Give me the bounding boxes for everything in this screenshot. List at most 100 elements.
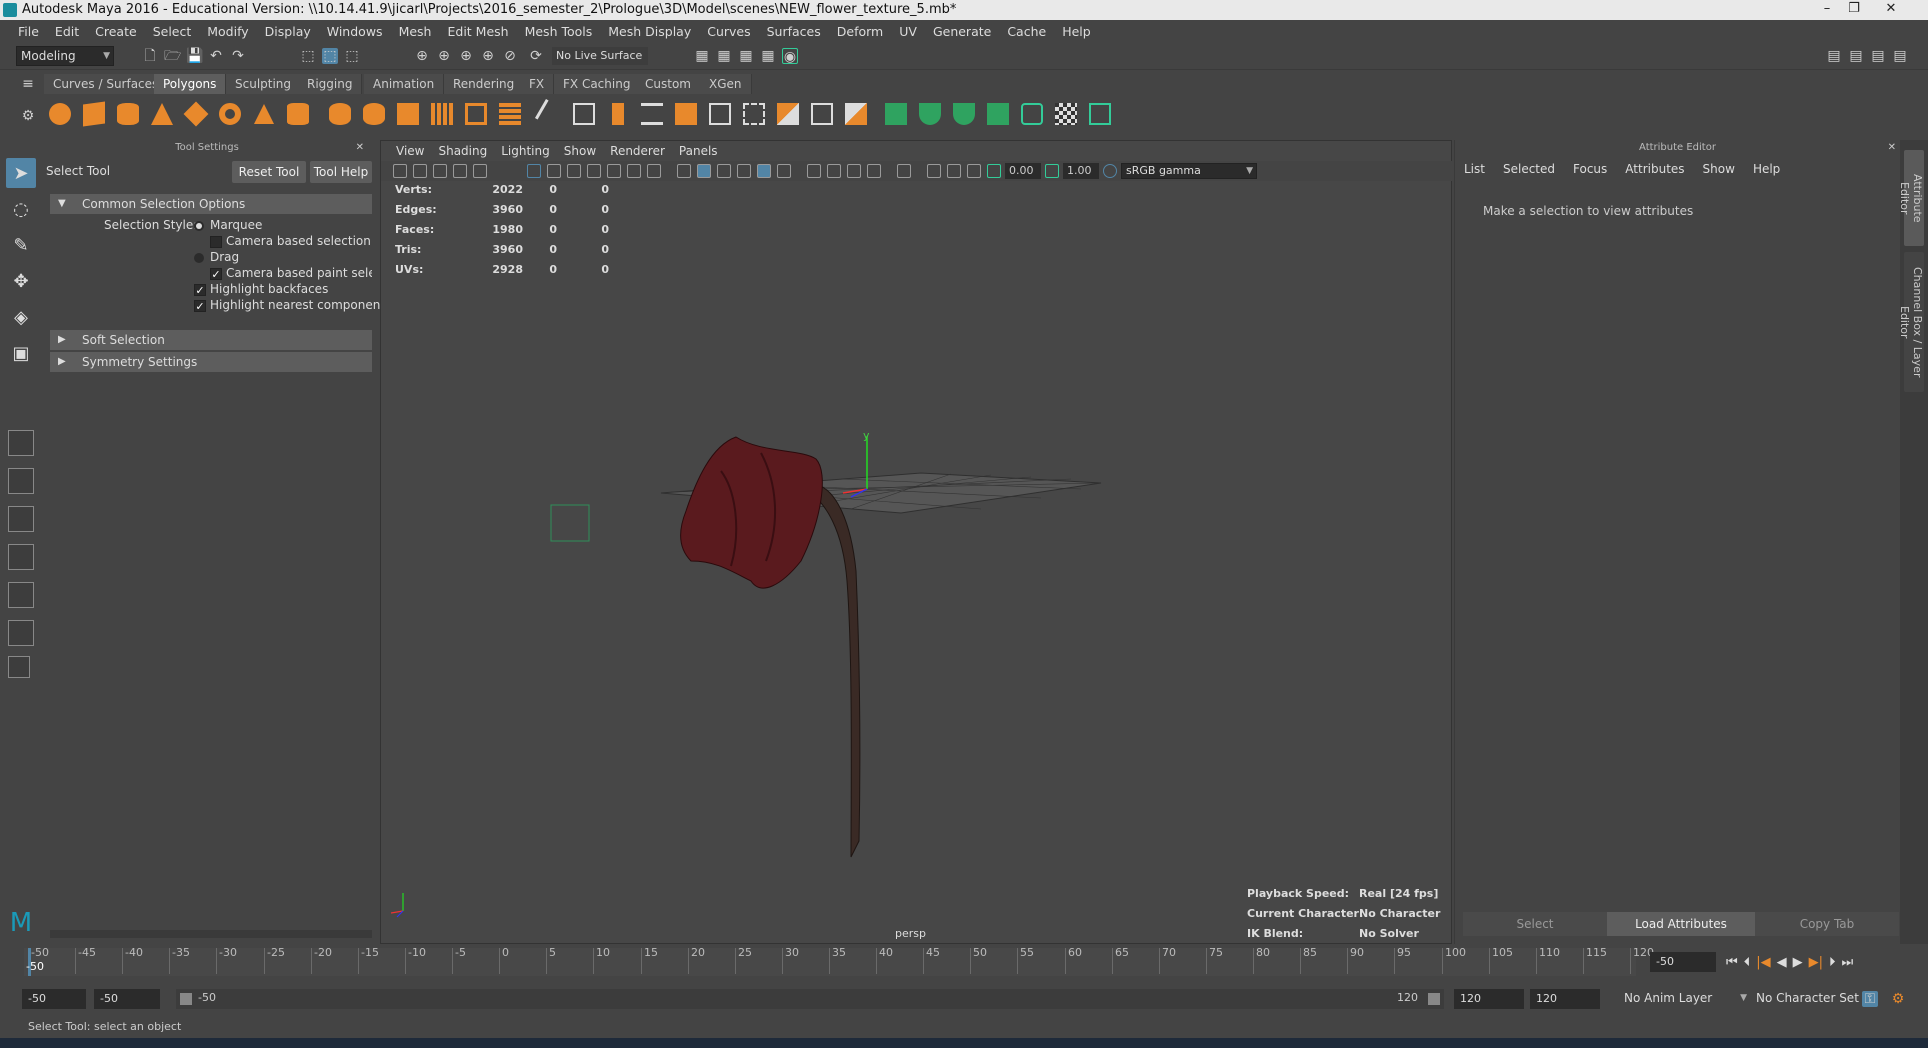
combine-icon[interactable] [324, 98, 356, 130]
scale-tool-icon[interactable]: ▣ [6, 338, 36, 368]
play-forwards-icon[interactable]: ▶ [1793, 955, 1803, 970]
xray-components-icon[interactable] [967, 164, 981, 178]
snap-view-icon[interactable]: ⊕ [480, 48, 496, 64]
tab-polygons[interactable]: Polygons [154, 74, 227, 94]
viewport-menu-renderer[interactable]: Renderer [603, 144, 672, 158]
menu-windows[interactable]: Windows [319, 24, 391, 39]
menu-modify[interactable]: Modify [199, 24, 256, 39]
channel-box-side-tab[interactable]: Channel Box / Layer Editor [1898, 252, 1924, 392]
rotate-tool-icon[interactable]: ◈ [6, 302, 36, 332]
ae-menu-help[interactable]: Help [1744, 162, 1789, 176]
gate-mask-icon[interactable] [587, 164, 601, 178]
uv-editor-icon[interactable] [1016, 98, 1048, 130]
common-selection-section[interactable]: ▼ Common Selection Options [50, 194, 372, 214]
viewport-menu-view[interactable]: View [389, 144, 431, 158]
tool-help-button[interactable]: Tool Help [310, 161, 372, 183]
viewport-menu-shading[interactable]: Shading [431, 144, 494, 158]
copy-tab-button[interactable]: Copy Tab [1755, 912, 1899, 936]
symmetry-settings-section[interactable]: ▶ Symmetry Settings [50, 352, 372, 372]
menu-edit[interactable]: Edit [47, 24, 87, 39]
layout-toggle-icon[interactable]: ▤ [1826, 48, 1842, 64]
persp-uv-layout-icon[interactable] [8, 620, 34, 646]
minimize-button[interactable]: – [1816, 0, 1838, 18]
poly-torus-icon[interactable] [214, 98, 246, 130]
poly-cylinder-icon[interactable] [112, 98, 144, 130]
select-button[interactable]: Select [1463, 912, 1607, 936]
target-weld-icon[interactable] [840, 98, 872, 130]
append-polygon-icon[interactable] [704, 98, 736, 130]
menu-select[interactable]: Select [145, 24, 200, 39]
gamma-field[interactable]: 1.00 [1063, 163, 1099, 179]
extract-icon[interactable] [426, 98, 458, 130]
extrude-icon[interactable] [602, 98, 634, 130]
scene-start-field[interactable]: -50 [22, 989, 86, 1009]
gamma-icon[interactable] [1045, 164, 1059, 178]
render-settings-icon[interactable]: ▦ [694, 48, 710, 64]
reset-tool-button[interactable]: Reset Tool [232, 161, 306, 183]
select-objects-icon[interactable]: ⬚ [322, 48, 338, 64]
range-end-handle[interactable] [1428, 993, 1440, 1005]
exposure-icon[interactable] [987, 164, 1001, 178]
ae-menu-list[interactable]: List [1455, 162, 1494, 176]
tab-rigging[interactable]: Rigging [298, 74, 363, 94]
grease-pencil-icon[interactable] [473, 164, 487, 178]
lasso-tool-icon[interactable]: ◌ [6, 194, 36, 224]
field-chart-icon[interactable] [607, 164, 621, 178]
close-window-button[interactable]: ✕ [1880, 0, 1902, 18]
snap-curve-icon[interactable]: ⊕ [436, 48, 452, 64]
resolution-gate-icon[interactable] [567, 164, 581, 178]
persp-outliner-layout-icon[interactable] [8, 506, 34, 532]
custom-layout-icon[interactable] [8, 656, 30, 678]
open-scene-icon[interactable]: 🗁 [164, 48, 181, 64]
redo-icon[interactable]: ↷ [230, 48, 246, 64]
camera-based-selection-checkbox[interactable] [210, 236, 222, 248]
live-surface-label[interactable]: No Live Surface [552, 47, 648, 65]
fill-hole-icon[interactable] [738, 98, 770, 130]
planar-uv-icon[interactable] [880, 98, 912, 130]
persp-graph-layout-icon[interactable] [8, 544, 34, 570]
collapse-icon[interactable] [806, 98, 838, 130]
animation-prefs-icon[interactable]: ⚙ [1890, 991, 1906, 1007]
shadows-icon[interactable] [777, 164, 791, 178]
ipr-render-icon[interactable]: ▦ [738, 48, 754, 64]
render-frame-icon[interactable]: ▦ [716, 48, 732, 64]
viewport-menu-panels[interactable]: Panels [672, 144, 725, 158]
auto-key-icon[interactable]: ⚿ [1862, 991, 1878, 1007]
time-slider[interactable]: -50 -45 -40 -35 -30 -25 -20 -15 -10 -5 0 5 10 15 20 25 3… [24, 946, 1654, 976]
ambient-occlusion-icon[interactable] [807, 164, 821, 178]
horizontal-scrollbar[interactable] [50, 930, 372, 938]
persp-hypershade-layout-icon[interactable] [8, 582, 34, 608]
play-backwards-icon[interactable]: ◀ [1777, 955, 1787, 970]
tab-custom[interactable]: Custom [636, 74, 701, 94]
uv-toolkit-icon[interactable] [1084, 98, 1116, 130]
magnet-icon[interactable]: ⟳ [528, 48, 544, 64]
separate-icon[interactable] [358, 98, 390, 130]
mirror-icon[interactable] [460, 98, 492, 130]
menu-mesh-tools[interactable]: Mesh Tools [517, 24, 601, 39]
playback-end-field[interactable]: 120 [1454, 989, 1524, 1009]
ae-menu-attributes[interactable]: Attributes [1616, 162, 1693, 176]
exposure-field[interactable]: 0.00 [1005, 163, 1041, 179]
attribute-editor-toggle-icon[interactable]: ▤ [1848, 48, 1864, 64]
poly-cube-icon[interactable] [78, 98, 110, 130]
smooth-shade-icon[interactable] [697, 164, 711, 178]
insert-edge-loop-icon[interactable] [568, 98, 600, 130]
tab-animation[interactable]: Animation [364, 74, 445, 94]
color-management-icon[interactable] [1103, 164, 1117, 178]
highlight-nearest-checkbox[interactable]: ✓ [194, 300, 206, 312]
xray-icon[interactable] [927, 164, 941, 178]
step-back-key-icon[interactable]: ⏴ [1744, 955, 1751, 970]
tool-settings-toggle-icon[interactable]: ▤ [1892, 48, 1908, 64]
four-view-layout-icon[interactable] [8, 468, 34, 494]
load-attributes-button[interactable]: Load Attributes [1607, 912, 1755, 936]
single-perspective-layout-icon[interactable] [8, 430, 34, 456]
view-transform-dropdown[interactable]: sRGB gamma ▼ [1121, 163, 1257, 179]
grid-icon[interactable] [527, 164, 541, 178]
smooth-icon[interactable] [392, 98, 424, 130]
shelf-options-icon[interactable]: ⚙ [20, 108, 36, 124]
go-to-start-icon[interactable]: ⏮ [1726, 955, 1738, 970]
camera-icon[interactable] [393, 164, 407, 178]
menu-generate[interactable]: Generate [925, 24, 999, 39]
step-back-frame-icon[interactable]: |◀ [1756, 955, 1770, 970]
ae-menu-focus[interactable]: Focus [1564, 162, 1616, 176]
